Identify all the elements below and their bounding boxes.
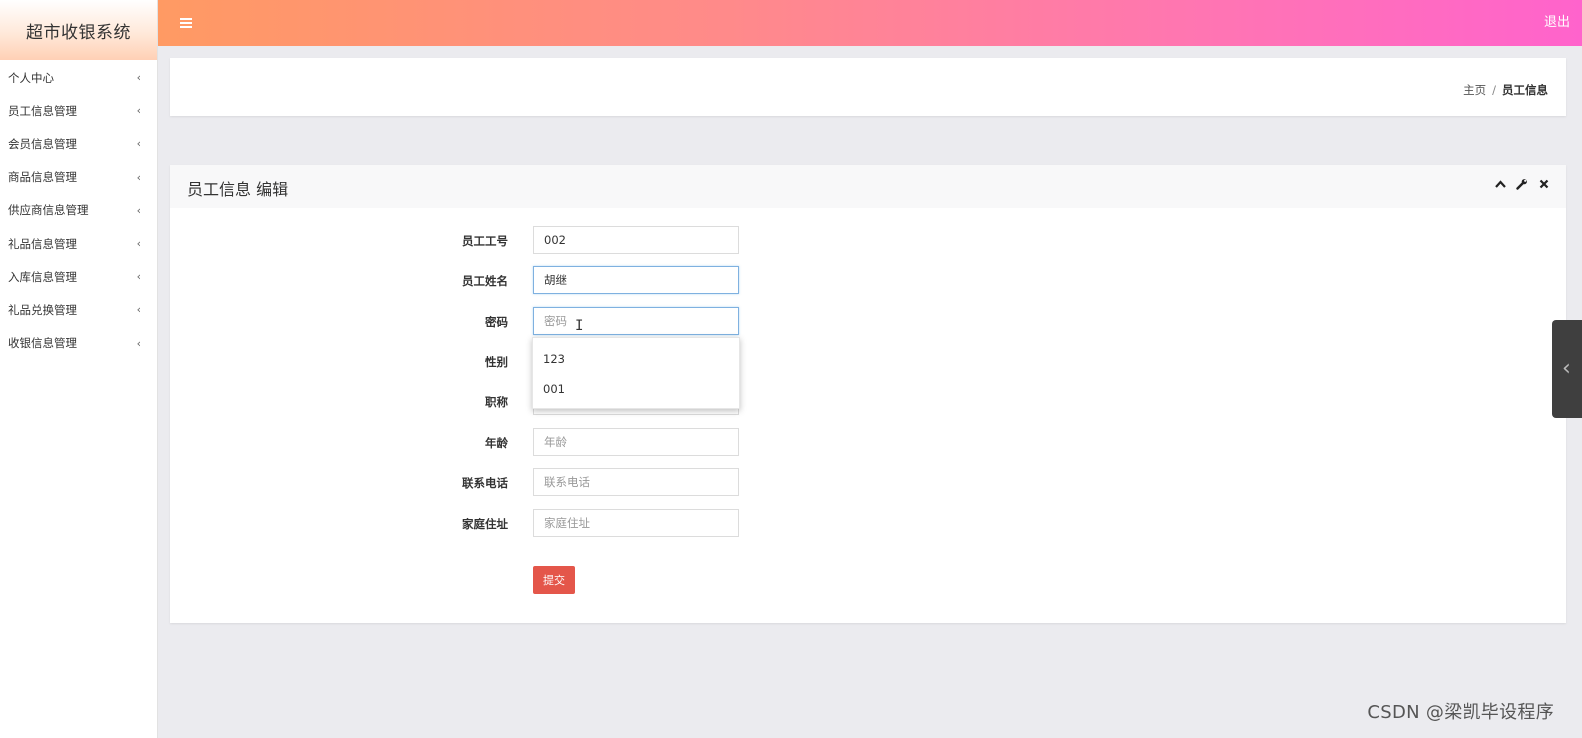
password-input[interactable] xyxy=(533,307,739,335)
password-label: 密码 xyxy=(485,315,508,329)
sidebar-item-product[interactable]: 商品信息管理 ‹ xyxy=(0,161,157,194)
chevron-left-icon: ‹ xyxy=(136,303,141,317)
age-input[interactable] xyxy=(533,428,739,456)
employee-id-input[interactable] xyxy=(533,226,739,254)
watermark: CSDN @梁凯毕设程序 xyxy=(1367,702,1554,723)
edit-panel: 员工信息 编辑 员工工号 员工姓名 密码 性别 职称 年龄 xyxy=(170,165,1566,623)
panel-header: 员工信息 编辑 xyxy=(170,165,1566,208)
chevron-left-icon: ‹ xyxy=(136,270,141,284)
breadcrumb: 主页 / 员工信息 xyxy=(1463,82,1548,98)
top-bar: 退出 xyxy=(158,0,1582,46)
sidebar-item-employee[interactable]: 员工信息管理 ‹ xyxy=(0,94,157,127)
sidebar-item-label: 礼品兑换管理 xyxy=(8,302,77,317)
sidebar-item-label: 个人中心 xyxy=(8,70,54,85)
chevron-left-icon: ‹ xyxy=(136,336,141,350)
breadcrumb-home[interactable]: 主页 xyxy=(1463,83,1486,97)
form-row-employee-id: 员工工号 xyxy=(170,226,1566,256)
sidebar-item-label: 供应商信息管理 xyxy=(8,203,89,218)
chevron-left-icon: ‹ xyxy=(136,170,141,184)
sidebar-item-member[interactable]: 会员信息管理 ‹ xyxy=(0,127,157,160)
sidebar-item-gift[interactable]: 礼品信息管理 ‹ xyxy=(0,227,157,260)
side-drawer-toggle[interactable]: ‹ xyxy=(1552,320,1582,418)
form-row-password: 密码 xyxy=(170,307,1566,337)
employee-name-label: 员工姓名 xyxy=(462,274,508,288)
sidebar-item-label: 收银信息管理 xyxy=(8,336,77,351)
address-input[interactable] xyxy=(533,509,739,537)
form-row-title: 职称 xyxy=(170,387,1566,417)
sidebar-item-gift-exchange[interactable]: 礼品兑换管理 ‹ xyxy=(0,293,157,326)
sidebar-item-stock-in[interactable]: 入库信息管理 ‹ xyxy=(0,260,157,293)
breadcrumb-separator: / xyxy=(1492,83,1496,97)
address-label: 家庭住址 xyxy=(462,517,508,531)
sidebar-item-personal-center[interactable]: 个人中心 ‹ xyxy=(0,61,157,94)
hamburger-menu-icon[interactable] xyxy=(180,13,192,33)
text-cursor-icon: I xyxy=(575,318,584,334)
chevron-left-icon: ‹ xyxy=(136,71,141,85)
autocomplete-dropdown: 123 001 xyxy=(532,337,740,409)
collapse-icon[interactable] xyxy=(1494,177,1506,191)
form-row-phone: 联系电话 xyxy=(170,468,1566,498)
employee-name-input[interactable] xyxy=(533,266,739,294)
autocomplete-option[interactable]: 123 xyxy=(533,344,739,374)
chevron-left-icon: ‹ xyxy=(136,137,141,151)
sidebar-menu: 个人中心 ‹ 员工信息管理 ‹ 会员信息管理 ‹ 商品信息管理 ‹ 供应商信息管理 ‹ 礼… xyxy=(0,60,157,360)
form-row-employee-name: 员工姓名 xyxy=(170,266,1566,296)
sidebar-item-label: 入库信息管理 xyxy=(8,269,77,284)
app-title: 超市收银系统 xyxy=(0,0,157,60)
autocomplete-option[interactable]: 001 xyxy=(533,374,739,404)
panel-tools xyxy=(1494,177,1550,191)
phone-label: 联系电话 xyxy=(462,476,508,490)
sidebar-item-label: 商品信息管理 xyxy=(8,170,77,185)
employee-id-label: 员工工号 xyxy=(462,234,508,248)
submit-button[interactable]: 提交 xyxy=(533,566,575,594)
sidebar-item-label: 会员信息管理 xyxy=(8,136,77,151)
wrench-icon[interactable] xyxy=(1516,177,1528,191)
phone-input[interactable] xyxy=(533,468,739,496)
sidebar-item-supplier[interactable]: 供应商信息管理 ‹ xyxy=(0,194,157,227)
logout-link[interactable]: 退出 xyxy=(1544,11,1570,30)
close-icon[interactable] xyxy=(1538,177,1550,191)
gender-label: 性别 xyxy=(485,355,508,369)
form-row-address: 家庭住址 xyxy=(170,509,1566,539)
sidebar-item-label: 礼品信息管理 xyxy=(8,236,77,251)
breadcrumb-panel: 主页 / 员工信息 xyxy=(170,58,1566,116)
panel-title: 员工信息 编辑 xyxy=(187,180,289,199)
breadcrumb-current: 员工信息 xyxy=(1502,83,1548,97)
sidebar-item-cashier[interactable]: 收银信息管理 ‹ xyxy=(0,327,157,360)
chevron-left-icon: ‹ xyxy=(136,104,141,118)
sidebar: 超市收银系统 个人中心 ‹ 员工信息管理 ‹ 会员信息管理 ‹ 商品信息管理 ‹ 供应商… xyxy=(0,0,158,738)
age-label: 年龄 xyxy=(485,436,508,450)
chevron-left-icon: ‹ xyxy=(136,237,141,251)
chevron-left-icon: ‹ xyxy=(1562,356,1571,381)
chevron-left-icon: ‹ xyxy=(136,203,141,217)
sidebar-item-label: 员工信息管理 xyxy=(8,103,77,118)
job-title-label: 职称 xyxy=(485,395,508,409)
form-row-gender: 性别 xyxy=(170,347,1566,377)
form-row-age: 年龄 xyxy=(170,428,1566,458)
